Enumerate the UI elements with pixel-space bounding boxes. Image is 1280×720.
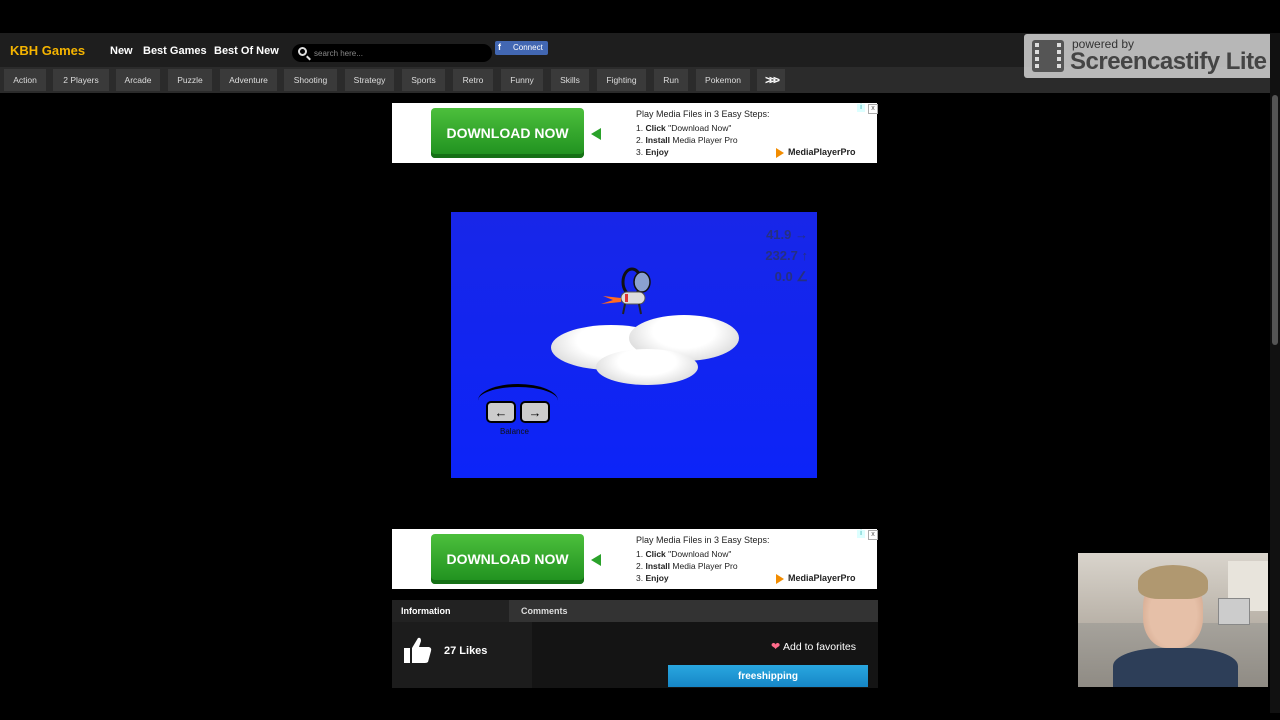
ad-info-icon[interactable]: i [857,104,865,112]
game-canvas[interactable]: 41.9 → 232.7 ↑ 0.0 ∠ ← → Balance [451,212,817,478]
stat-height: 232.7 ↑ [765,248,808,263]
site-logo[interactable]: KBH Games [10,43,85,58]
top-ad-banner[interactable]: DOWNLOAD NOW Play Media Files in 3 Easy … [392,103,878,163]
ad-brand: MediaPlayerPro [776,147,856,158]
facebook-icon: f [498,42,501,52]
screencastify-watermark: powered by Screencastify Lite [1024,34,1276,78]
likes-count: 27 Likes [444,645,488,657]
category-funny[interactable]: Funny [501,69,543,91]
film-strip-icon [1032,40,1064,72]
ad-arrow-icon [591,128,601,140]
balance-label: Balance [500,427,529,436]
search-input[interactable] [314,46,484,60]
heart-icon[interactable]: ❤ [771,640,780,653]
play-icon [776,148,784,158]
ad-info-icon[interactable]: i [857,530,865,538]
add-to-favorites-link[interactable]: Add to favorites [783,641,856,653]
ad-download-button[interactable]: DOWNLOAD NOW [431,108,584,158]
triple-chevron-right-icon[interactable]: >>> [757,69,785,91]
webcam-overlay [1078,553,1268,687]
stat-distance: 41.9 → [766,227,808,242]
thumbs-up-icon[interactable] [403,636,433,664]
search-icon[interactable] [298,47,307,56]
scrollbar-thumb[interactable] [1272,95,1278,345]
ad-close-icon[interactable]: x [868,530,878,540]
play-icon [776,574,784,584]
category-strategy[interactable]: Strategy [345,69,394,91]
ad-step-2: 2. Install Media Player Pro [636,561,738,571]
category-run[interactable]: Run [654,69,688,91]
category-arcade[interactable]: Arcade [116,69,160,91]
webcam-person-hair [1138,565,1208,599]
category-puzzle[interactable]: Puzzle [168,69,212,91]
ad-brand: MediaPlayerPro [776,573,856,584]
nav-best-of-new[interactable]: Best Of New [214,45,279,57]
ad-close-icon[interactable]: x [868,104,878,114]
category-action[interactable]: Action [4,69,46,91]
ad-download-button[interactable]: DOWNLOAD NOW [431,534,584,584]
category-adventure[interactable]: Adventure [220,69,277,91]
facebook-connect-button[interactable]: f Connect [495,41,548,55]
webcam-person-body [1113,648,1238,687]
ad-title: Play Media Files in 3 Easy Steps: [636,109,770,119]
category-retro[interactable]: Retro [453,69,493,91]
category-sports[interactable]: Sports [402,69,445,91]
free-shipping-ad[interactable]: freeshipping [668,665,868,687]
left-arrow-key-icon: ← [486,401,516,423]
nav-best-games[interactable]: Best Games [143,45,207,57]
nav-new[interactable]: New [110,45,133,57]
category-skills[interactable]: Skills [551,69,589,91]
tab-comments[interactable]: Comments [509,600,599,622]
category-2-players[interactable]: 2 Players [53,69,109,91]
category-pokemon[interactable]: Pokemon [696,69,750,91]
ad-step-1: 1. Click "Download Now" [636,123,732,133]
tab-information[interactable]: Information [392,600,509,622]
category-shooting[interactable]: Shooting [284,69,337,91]
bottom-ad-banner[interactable]: DOWNLOAD NOW Play Media Files in 3 Easy … [392,529,878,589]
ad-step-1: 1. Click "Download Now" [636,549,732,559]
ad-arrow-icon [591,554,601,566]
ad-step-3: 3. Enjoy [636,147,669,157]
watermark-brand: Screencastify Lite [1070,48,1267,75]
ad-step-2: 2. Install Media Player Pro [636,135,738,145]
category-fighting[interactable]: Fighting [597,69,646,91]
ad-step-3: 3. Enjoy [636,573,669,583]
cloud [596,349,698,385]
ad-title: Play Media Files in 3 Easy Steps: [636,535,770,545]
right-arrow-key-icon: → [520,401,550,423]
facebook-connect-label: Connect [513,43,543,52]
webcam-monitor [1218,598,1250,625]
stat-angle: 0.0 ∠ [774,269,808,284]
rocket-chair-character [601,267,651,315]
